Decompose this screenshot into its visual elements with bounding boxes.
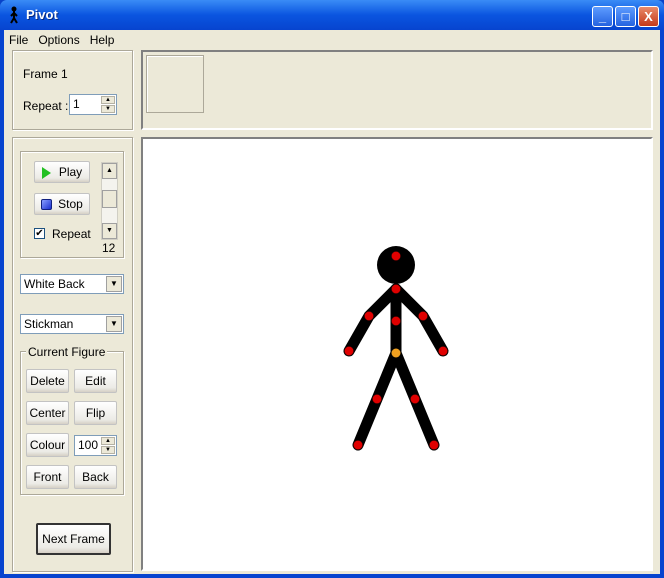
chevron-down-icon[interactable]: ▼: [106, 316, 122, 332]
joint-handle[interactable]: [391, 316, 401, 326]
close-button[interactable]: X: [638, 6, 659, 27]
window-title: Pivot: [26, 7, 58, 22]
root-joint-handle[interactable]: [391, 348, 401, 358]
center-button[interactable]: Center: [26, 401, 69, 425]
joint-handle[interactable]: [438, 346, 448, 356]
current-figure-group: Current Figure Delete Edit Center Flip C…: [20, 345, 124, 495]
joint-handle[interactable]: [410, 394, 420, 404]
frame-thumbnail[interactable]: [146, 55, 204, 113]
menu-file[interactable]: File: [4, 30, 33, 48]
frame-label: Frame 1: [23, 67, 68, 81]
play-button[interactable]: Play: [34, 161, 90, 183]
playback-group: Play Stop ✔ Repeat ▲ ▼ 12: [20, 151, 124, 258]
frame-panel: Frame 1 Repeat : 1 ▲ ▼: [12, 50, 133, 130]
repeat-label: Repeat :: [23, 99, 69, 113]
edit-button[interactable]: Edit: [74, 369, 117, 393]
flip-button[interactable]: Flip: [74, 401, 117, 425]
speed-value: 12: [102, 241, 116, 255]
joint-handle[interactable]: [344, 346, 354, 356]
next-frame-button[interactable]: Next Frame: [36, 523, 111, 555]
colour-button[interactable]: Colour: [26, 433, 69, 457]
animation-canvas[interactable]: [141, 137, 653, 571]
menu-help[interactable]: Help: [85, 30, 120, 48]
scroll-up-icon[interactable]: ▲: [102, 163, 117, 179]
app-window: Pivot _ □ X File Options Help Frame 1 Re…: [0, 0, 664, 578]
maximize-button[interactable]: □: [615, 6, 636, 27]
app-stickman-icon: [10, 6, 18, 24]
stop-button[interactable]: Stop: [34, 193, 90, 215]
back-button[interactable]: Back: [74, 465, 117, 489]
repeat-checkbox[interactable]: ✔: [34, 228, 45, 239]
stickman-figure[interactable]: [143, 139, 651, 569]
stickman-left-arm: [343, 283, 402, 357]
spin-up-icon[interactable]: ▲: [101, 437, 115, 445]
joint-handle[interactable]: [418, 311, 428, 321]
spin-down-icon[interactable]: ▼: [101, 105, 115, 113]
minimize-button[interactable]: _: [592, 6, 613, 27]
repeat-value: 1: [73, 97, 80, 111]
joint-handle[interactable]: [364, 311, 374, 321]
play-icon: [41, 166, 51, 179]
repeat-spinner[interactable]: 1 ▲ ▼: [69, 94, 117, 115]
chevron-down-icon[interactable]: ▼: [106, 276, 122, 292]
colour-spinner[interactable]: 100 ▲ ▼: [74, 435, 117, 456]
repeat-checkbox-label: Repeat: [52, 227, 91, 241]
front-button[interactable]: Front: [26, 465, 69, 489]
menu-bar: File Options Help: [4, 30, 660, 48]
background-select[interactable]: White Back ▼: [20, 274, 124, 294]
spin-down-icon[interactable]: ▼: [101, 446, 115, 454]
figure-type-select[interactable]: Stickman ▼: [20, 314, 124, 334]
slider-thumb[interactable]: [102, 190, 117, 208]
frame-strip: [141, 50, 653, 130]
menu-options[interactable]: Options: [33, 30, 84, 48]
stop-icon: [41, 199, 53, 211]
joint-handle[interactable]: [372, 394, 382, 404]
delete-button[interactable]: Delete: [26, 369, 69, 393]
joint-handle[interactable]: [353, 440, 363, 450]
speed-slider[interactable]: ▲ ▼: [101, 162, 118, 240]
current-figure-title: Current Figure: [26, 345, 108, 359]
stickman-right-arm: [390, 283, 449, 357]
joint-handle[interactable]: [391, 284, 401, 294]
client-area: File Options Help Frame 1 Repeat : 1 ▲ ▼…: [4, 30, 660, 574]
spin-up-icon[interactable]: ▲: [101, 96, 115, 104]
scroll-down-icon[interactable]: ▼: [102, 223, 117, 239]
tools-panel: Play Stop ✔ Repeat ▲ ▼ 12 White Back ▼ St…: [12, 137, 133, 572]
joint-handle[interactable]: [429, 440, 439, 450]
joint-handle[interactable]: [391, 251, 401, 261]
